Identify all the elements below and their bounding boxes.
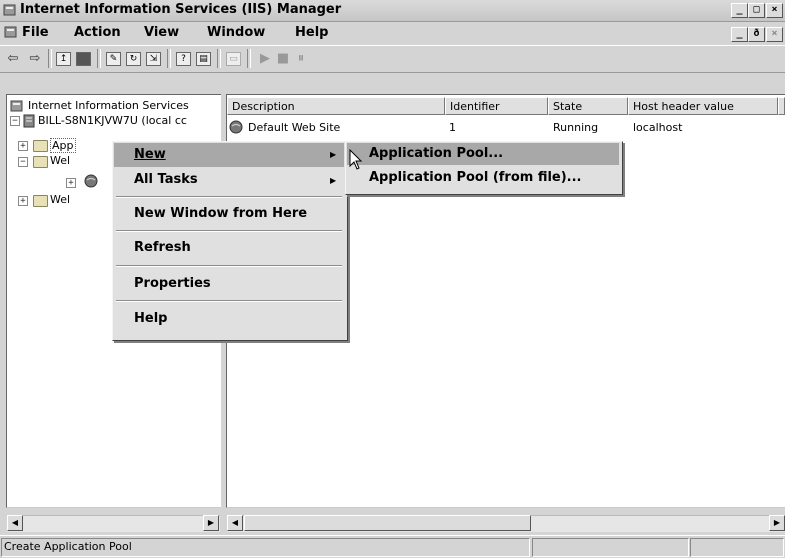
doc-minimize-button[interactable]: _ <box>731 27 748 42</box>
menu-file[interactable]: File <box>22 25 49 40</box>
doc-close-button[interactable]: × <box>766 27 783 42</box>
expand-icon[interactable]: + <box>18 196 28 206</box>
forward-arrow-icon[interactable]: ⇨ <box>26 50 44 67</box>
website-globe-icon <box>84 174 98 188</box>
export-list-icon[interactable]: ⇲ <box>146 52 161 66</box>
tree-server-label[interactable]: BILL-S8N1KJVW7U (local cc <box>38 114 218 127</box>
toolbar-separator <box>48 49 52 68</box>
minimize-button[interactable]: _ <box>731 3 748 18</box>
column-header-host[interactable]: Host header value <box>628 97 778 115</box>
toolbar-separator <box>247 49 251 68</box>
menu-separator <box>116 230 342 232</box>
tree-web-extensions-label[interactable]: Wel <box>50 193 70 206</box>
toolbar-separator <box>97 49 101 68</box>
context-menu-new-label: New <box>134 147 166 162</box>
column-header-identifier[interactable]: Identifier <box>445 97 548 115</box>
toolbar-separator <box>167 49 171 68</box>
website-globe-icon <box>229 120 243 134</box>
menu-separator <box>116 196 342 198</box>
properties-icon[interactable]: ✎ <box>106 52 121 66</box>
scroll-left-arrow-icon[interactable]: ◀ <box>227 515 243 531</box>
stop-icon[interactable]: ■ <box>274 50 292 67</box>
iis-root-icon <box>10 100 23 112</box>
menu-separator <box>116 265 342 267</box>
maximize-button[interactable]: □ <box>748 3 765 18</box>
expand-icon[interactable]: + <box>66 178 76 188</box>
context-menu-new[interactable]: New <box>134 147 166 162</box>
list-scroll-thumb[interactable] <box>244 515 531 531</box>
computer-icon[interactable]: ▭ <box>226 52 241 66</box>
menu-separator <box>116 300 342 302</box>
status-panel <box>690 538 784 557</box>
folder-icon <box>33 140 48 152</box>
iis-app-icon <box>3 4 16 16</box>
column-header-state[interactable]: State <box>548 97 628 115</box>
cell-host-header: localhost <box>633 121 683 134</box>
cell-identifier: 1 <box>449 121 456 134</box>
document-icon <box>4 26 17 38</box>
show-tree-icon[interactable] <box>76 52 91 66</box>
scroll-right-arrow-icon[interactable]: ▶ <box>769 515 785 531</box>
server-icon <box>23 114 35 128</box>
tree-root-label[interactable]: Internet Information Services <box>28 99 189 112</box>
pause-icon[interactable]: ⏸ <box>292 50 310 67</box>
close-button[interactable]: × <box>766 3 783 18</box>
collapse-icon[interactable]: − <box>10 116 20 126</box>
console-icon[interactable]: ▤ <box>196 52 211 66</box>
submenu-arrow-icon: ▶ <box>330 176 337 185</box>
context-menu-all-tasks[interactable]: All Tasks <box>134 172 198 187</box>
up-level-icon[interactable]: ↥ <box>56 52 71 66</box>
column-header-filler <box>778 97 785 115</box>
help-icon[interactable]: ? <box>176 52 191 66</box>
scroll-right-arrow-icon[interactable]: ▶ <box>203 515 219 531</box>
folder-icon <box>33 195 48 207</box>
collapse-icon[interactable]: − <box>18 157 28 167</box>
scroll-left-arrow-icon[interactable]: ◀ <box>7 515 23 531</box>
refresh-icon[interactable]: ↻ <box>126 52 141 66</box>
folder-icon <box>33 156 48 168</box>
mouse-cursor-icon <box>349 149 363 170</box>
tree-horizontal-scrollbar[interactable] <box>7 515 220 532</box>
back-arrow-icon[interactable]: ⇦ <box>4 50 22 67</box>
menu-view[interactable]: View <box>144 25 179 40</box>
context-menu-help[interactable]: Help <box>134 311 167 326</box>
column-header-description[interactable]: Description <box>227 97 445 115</box>
status-panel <box>532 538 689 557</box>
menu-action[interactable]: Action <box>74 25 121 40</box>
play-icon[interactable]: ▶ <box>256 50 274 67</box>
submenu-arrow-icon: ▶ <box>330 150 337 159</box>
doc-restore-button[interactable]: ð <box>748 27 765 42</box>
status-text: Create Application Pool <box>4 540 132 553</box>
context-menu-refresh[interactable]: Refresh <box>134 240 191 255</box>
submenu-application-pool-from-file[interactable]: Application Pool (from file)... <box>369 170 582 185</box>
context-menu-properties[interactable]: Properties <box>134 276 211 291</box>
cell-state: Running <box>553 121 599 134</box>
tree-websites-label[interactable]: Wel <box>50 154 70 167</box>
cell-description[interactable]: Default Web Site <box>248 121 340 134</box>
toolbar-separator <box>217 49 221 68</box>
expand-icon[interactable]: + <box>18 141 28 151</box>
submenu-application-pool[interactable]: Application Pool... <box>369 146 503 161</box>
window-title: Internet Information Services (IIS) Mana… <box>20 2 342 17</box>
context-menu-new-window[interactable]: New Window from Here <box>134 206 307 221</box>
menu-window[interactable]: Window <box>207 25 265 40</box>
menu-help[interactable]: Help <box>295 25 328 40</box>
tree-app-pools-label[interactable]: App <box>50 138 76 153</box>
